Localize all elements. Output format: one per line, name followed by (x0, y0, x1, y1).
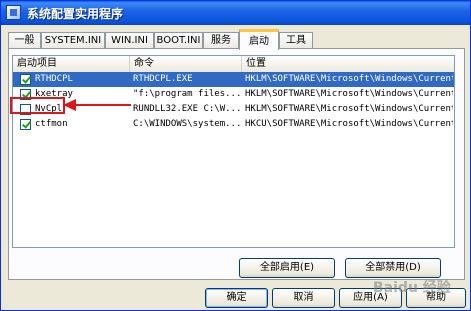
startup-item-location: HKLM\SOFTWARE\Microsoft\Windows\Current.… (245, 104, 453, 114)
annotation-arrow-icon (63, 99, 131, 111)
checkbox-rthdcpl[interactable] (20, 74, 31, 85)
startup-item-command: RTHDCPL.EXE (133, 74, 193, 84)
startup-item-name: RTHDCPL (35, 74, 73, 84)
tab-strip: 一般 SYSTEM.INI WIN.INI BOOT.INI 服务 启动 工具 (8, 29, 468, 50)
column-location[interactable]: 位置 (242, 56, 454, 72)
startup-item-name: ctfmon (35, 119, 68, 129)
baidu-watermark: Baidu 经验 (373, 280, 451, 296)
list-header: 启动项目 命令 位置 (13, 56, 454, 73)
title-bar[interactable]: 系统配置实用程序 (1, 1, 470, 25)
column-startup-item[interactable]: 启动项目 (13, 56, 130, 72)
tab-startup[interactable]: 启动 (239, 29, 279, 50)
startup-item-location: HKCU\SOFTWARE\Microsoft\Windows\Current.… (245, 119, 453, 129)
startup-item-location: HKLM\SOFTWARE\Microsoft\Windows\Current.… (245, 74, 453, 84)
startup-list[interactable]: 启动项目 命令 位置 RTHDCPL RTHDCPL.EXE HKLM\SOFT… (12, 55, 455, 248)
ok-button[interactable]: 确定 (205, 288, 268, 308)
tab-tools[interactable]: 工具 (279, 32, 313, 48)
startup-row-rthdcpl[interactable]: RTHDCPL RTHDCPL.EXE HKLM\SOFTWARE\Micros… (13, 72, 454, 87)
window-title: 系统配置实用程序 (27, 7, 124, 21)
startup-item-command: "f:\program files... (133, 89, 241, 99)
startup-item-command: C:\WINDOWS\system... (133, 119, 241, 129)
startup-row-ctfmon[interactable]: ctfmon C:\WINDOWS\system... HKCU\SOFTWAR… (13, 117, 454, 132)
tab-services[interactable]: 服务 (203, 32, 239, 48)
tab-boot-ini[interactable]: BOOT.INI (154, 32, 203, 48)
startup-item-command: RUNDLL32.EXE C:\W... (133, 104, 241, 114)
annotation-highlight-box (10, 97, 65, 114)
app-icon (6, 5, 21, 20)
checkbox-ctfmon[interactable] (20, 119, 31, 130)
cancel-button[interactable]: 取消 (272, 288, 335, 308)
column-command[interactable]: 命令 (130, 56, 242, 72)
tab-general[interactable]: 一般 (8, 32, 41, 48)
startup-item-location: HKLM\SOFTWARE\Microsoft\Windows\Current.… (245, 89, 453, 99)
disable-all-button[interactable]: 全部禁用(D) (345, 258, 441, 278)
system-config-window: 系统配置实用程序 一般 SYSTEM.INI WIN.INI BOOT.INI … (0, 0, 471, 311)
enable-all-button[interactable]: 全部启用(E) (239, 258, 335, 278)
tab-system-ini[interactable]: SYSTEM.INI (41, 32, 105, 48)
tab-win-ini[interactable]: WIN.INI (105, 32, 154, 48)
